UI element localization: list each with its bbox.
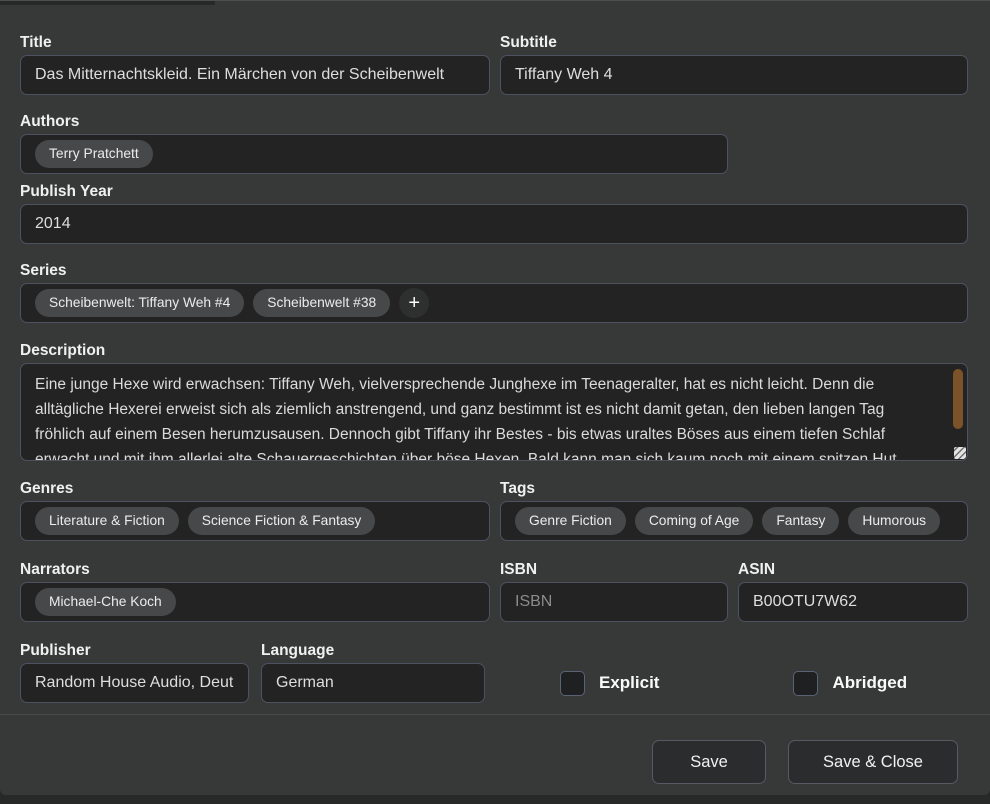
save-button[interactable]: Save xyxy=(652,740,766,784)
tags-field-group: Tags Genre Fiction Coming of Age Fantasy Hu… xyxy=(500,478,968,541)
title-input[interactable] xyxy=(20,55,490,95)
publish-year-field-group: Publish Year xyxy=(20,181,968,244)
narrators-label: Narrators xyxy=(20,559,490,580)
series-label: Series xyxy=(20,260,968,281)
chip[interactable]: Genre Fiction xyxy=(515,507,626,535)
resize-grip-icon[interactable] xyxy=(954,447,966,459)
subtitle-label: Subtitle xyxy=(500,32,968,53)
description-textarea[interactable]: Eine junge Hexe wird erwachsen: Tiffany … xyxy=(20,363,968,461)
genres-chips: Literature & Fiction Science Fiction & Fa… xyxy=(35,507,375,535)
narrators-field-group: Narrators Michael-Che Koch xyxy=(20,559,490,622)
tags-input[interactable]: Genre Fiction Coming of Age Fantasy Humorou… xyxy=(500,501,968,541)
genres-field-group: Genres Literature & Fiction Science Ficti… xyxy=(20,478,490,541)
narrators-chips: Michael-Che Koch xyxy=(35,588,176,616)
save-and-close-button[interactable]: Save & Close xyxy=(788,740,958,784)
chip[interactable]: Coming of Age xyxy=(635,507,754,535)
description-field-group: Description Eine junge Hexe wird erwachs… xyxy=(20,340,968,461)
title-label: Title xyxy=(20,32,490,53)
language-label: Language xyxy=(261,640,485,661)
asin-input[interactable] xyxy=(738,582,968,622)
subtitle-field-group: Subtitle xyxy=(500,32,968,95)
tags-chips: Genre Fiction Coming of Age Fantasy Humorou… xyxy=(515,507,940,535)
series-chips: Scheibenwelt: Tiffany Weh #4 Scheibenwelt… xyxy=(35,289,390,317)
publish-year-label: Publish Year xyxy=(20,181,968,202)
narrators-input[interactable]: Michael-Che Koch xyxy=(20,582,490,622)
explicit-label: Explicit xyxy=(599,673,659,693)
explicit-checkbox-group: Explicit xyxy=(560,663,659,703)
add-series-button[interactable]: + xyxy=(399,288,429,318)
asin-field-group: ASIN xyxy=(738,559,968,622)
genres-input[interactable]: Literature & Fiction Science Fiction & Fa… xyxy=(20,501,490,541)
chip[interactable]: Literature & Fiction xyxy=(35,507,179,535)
authors-input[interactable]: Terry Pratchett xyxy=(20,134,728,174)
description-text: Eine junge Hexe wird erwachsen: Tiffany … xyxy=(21,364,967,461)
explicit-checkbox[interactable] xyxy=(560,671,585,696)
details-form: Title Subtitle Authors Terry Pratchett xyxy=(0,32,990,703)
chip[interactable]: Fantasy xyxy=(762,507,839,535)
language-input[interactable] xyxy=(261,663,485,703)
language-field-group: Language xyxy=(261,640,485,703)
isbn-label: ISBN xyxy=(500,559,728,580)
chip[interactable]: Science Fiction & Fantasy xyxy=(188,507,376,535)
publisher-label: Publisher xyxy=(20,640,249,661)
asin-label: ASIN xyxy=(738,559,968,580)
isbn-input[interactable] xyxy=(500,582,728,622)
publisher-input[interactable] xyxy=(20,663,249,703)
title-field-group: Title xyxy=(20,32,490,95)
edit-book-details-screen: Title Subtitle Authors Terry Pratchett xyxy=(0,0,990,804)
authors-chips: Terry Pratchett xyxy=(35,140,153,168)
plus-icon: + xyxy=(408,292,420,314)
subtitle-input[interactable] xyxy=(500,55,968,95)
chip[interactable]: Scheibenwelt #38 xyxy=(253,289,390,317)
description-label: Description xyxy=(20,340,968,361)
chip[interactable]: Humorous xyxy=(848,507,940,535)
abridged-checkbox[interactable] xyxy=(793,671,818,696)
description-scrollbar-thumb[interactable] xyxy=(953,369,963,429)
modal-top-edge xyxy=(0,0,215,5)
chip[interactable]: Terry Pratchett xyxy=(35,140,153,168)
abridged-label: Abridged xyxy=(832,673,907,693)
chip[interactable]: Scheibenwelt: Tiffany Weh #4 xyxy=(35,289,244,317)
isbn-field-group: ISBN xyxy=(500,559,728,622)
authors-field-group: Authors Terry Pratchett xyxy=(20,111,728,174)
publish-year-input[interactable] xyxy=(20,204,968,244)
tags-label: Tags xyxy=(500,478,968,499)
series-field-group: Series Scheibenwelt: Tiffany Weh #4Schei… xyxy=(20,260,968,323)
chip[interactable]: Michael-Che Koch xyxy=(35,588,176,616)
genres-label: Genres xyxy=(20,478,490,499)
modal-footer: Save Save & Close xyxy=(0,715,990,784)
abridged-checkbox-group: Abridged xyxy=(793,663,907,703)
edit-book-details-modal: Title Subtitle Authors Terry Pratchett xyxy=(0,0,990,795)
authors-label: Authors xyxy=(20,111,728,132)
publisher-field-group: Publisher xyxy=(20,640,249,703)
series-input[interactable]: Scheibenwelt: Tiffany Weh #4 Scheibenwelt… xyxy=(20,283,968,323)
